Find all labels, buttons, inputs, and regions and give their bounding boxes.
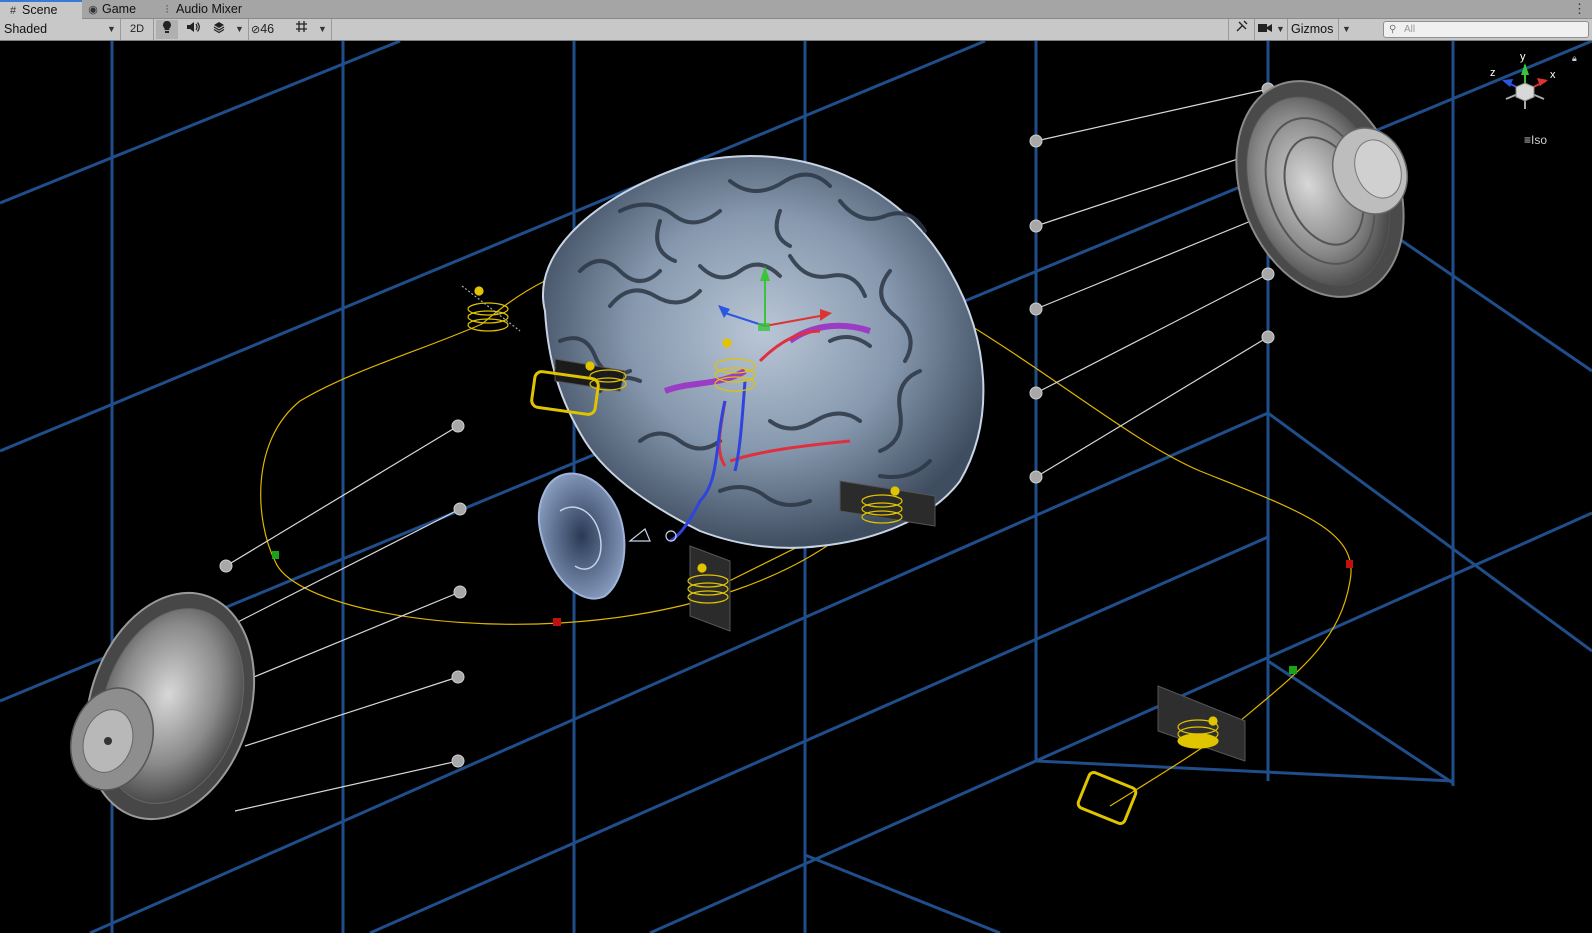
toggle-2d-button[interactable]: 2D [124, 20, 150, 39]
shading-mode-dropdown[interactable]: Shaded [4, 20, 47, 39]
shading-dropdown-arrow-icon[interactable]: ▼ [107, 20, 116, 39]
effects-dropdown-arrow-icon[interactable]: ▼ [235, 20, 244, 39]
separator [153, 19, 154, 40]
gizmos-button[interactable]: Gizmos [1291, 20, 1333, 39]
gizmos-dropdown-arrow-icon[interactable]: ▼ [1342, 20, 1351, 39]
separator [120, 19, 121, 40]
search-icon: ⚲ [1389, 24, 1397, 35]
projection-toggle[interactable]: ≡Iso [1524, 133, 1547, 147]
grid-toggle-icon[interactable] [291, 20, 311, 39]
scene-search-input[interactable]: ⚲ All [1383, 21, 1589, 38]
grid-dropdown-arrow-icon[interactable]: ▼ [318, 20, 327, 39]
scene-canvas[interactable] [0, 41, 1592, 933]
separator [1287, 19, 1288, 40]
camera-icon[interactable] [1256, 20, 1274, 39]
orientation-gizmo[interactable]: y x z [1490, 51, 1560, 121]
audio-source-gizmo [461, 285, 521, 332]
tools-icon[interactable] [1231, 20, 1251, 39]
separator [1228, 19, 1229, 40]
axis-label-z: z [1490, 67, 1496, 79]
hidden-objects-toggle[interactable]: ⊘46 [251, 20, 289, 39]
axis-label-x: x [1550, 69, 1556, 81]
lock-icon[interactable]: 🔒︎ [1572, 53, 1577, 64]
brain-model[interactable] [542, 154, 985, 549]
tab-scene[interactable]: # Scene [0, 0, 82, 19]
separator [1254, 19, 1255, 40]
axis-label-y: y [1520, 51, 1526, 63]
tab-audio-mixer[interactable]: ⫶ Audio Mixer [154, 0, 248, 18]
speaker-model[interactable] [58, 571, 282, 841]
separator [1338, 19, 1339, 40]
gamepad-icon: ◉ [88, 4, 98, 16]
separator [248, 19, 249, 40]
lighting-toggle-icon[interactable] [156, 20, 178, 39]
scene-toolbar: Shaded ▼ 2D ▼ ⊘46 ▼ ▼ Gizmos ▼ ⚲ All [0, 19, 1592, 41]
tab-bar: # Scene ◉ Game ⫶ Audio Mixer ⋮ [0, 0, 1592, 19]
scene-viewport[interactable]: y x z 🔒︎ ≡Iso [0, 41, 1592, 933]
mixer-icon: ⫶ [165, 4, 169, 16]
audio-toggle-icon[interactable] [181, 20, 205, 39]
menu-icon: ≡ [1524, 133, 1532, 147]
separator [331, 19, 332, 40]
camera-dropdown-arrow-icon[interactable]: ▼ [1276, 20, 1285, 39]
tab-game[interactable]: ◉ Game [80, 0, 142, 18]
effects-toggle-icon[interactable] [207, 20, 231, 39]
eye-slash-icon: ⊘ [251, 24, 261, 36]
hash-icon: # [9, 5, 17, 17]
more-menu-icon[interactable]: ⋮ [1573, 0, 1586, 18]
